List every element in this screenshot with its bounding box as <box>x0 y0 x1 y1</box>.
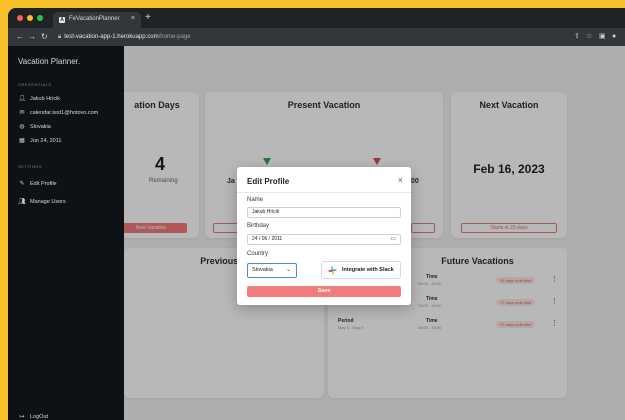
country-value: Slovakia <box>252 267 273 273</box>
user-icon: 👤︎ <box>18 96 26 102</box>
close-icon[interactable]: × <box>398 176 403 185</box>
browser-tab[interactable]: A FeVacationPlanner × <box>53 12 141 28</box>
forward-arrow-icon[interactable]: → <box>28 32 36 42</box>
app-viewport: ation Days 4 Remaining New Vacation Pres… <box>8 46 625 420</box>
chevron-down-icon: ⌄ <box>285 267 291 273</box>
credentials-heading: CREDENTIALS <box>18 82 52 87</box>
birthday-value: 24 / 06 / 2011 <box>252 236 283 242</box>
modal-divider <box>237 192 411 193</box>
maximize-window-dot[interactable] <box>37 15 43 21</box>
sidebar: Vacation Planner. CREDENTIALS 👤︎ Jakub Hr… <box>8 46 124 420</box>
slack-icon <box>328 266 337 275</box>
credential-email: ✉︎ calendar.test1@hotovo.com <box>19 110 99 116</box>
lock-icon: 🔒︎ <box>58 34 62 40</box>
edit-user-icon: ✎ <box>19 181 25 187</box>
star-icon[interactable]: ☆ <box>586 32 592 42</box>
reload-icon[interactable]: ↻ <box>41 32 48 42</box>
minimize-window-dot[interactable] <box>27 15 33 21</box>
credential-name: 👤︎ Jakub Hricik <box>18 96 60 102</box>
settings-heading: SETTINGS <box>18 164 43 169</box>
country-select[interactable]: Slovakia ⌄ <box>247 263 297 278</box>
sidebar-item-edit-profile[interactable]: ✎ Edit Profile <box>18 179 56 189</box>
url-field[interactable]: 🔒︎ test-vacation-app-1.herokuapp.com/home… <box>58 32 191 42</box>
credential-country: ◍ Slovakia <box>19 124 51 130</box>
logout-button[interactable]: ↦ LogOut <box>18 412 48 420</box>
share-icon[interactable]: ⇪ <box>574 32 580 42</box>
name-label: Name <box>247 197 264 203</box>
browser-window: A FeVacationPlanner × + ← → ↻ 🔒︎ test-vac… <box>8 8 625 420</box>
slack-button-label: Integrate with Slack <box>342 267 394 273</box>
globe-icon: ◍ <box>19 124 25 130</box>
new-tab-button[interactable]: + <box>145 13 151 23</box>
birthday-input[interactable]: 24 / 06 / 2011 ▭ <box>247 234 401 245</box>
integrate-slack-button[interactable]: Integrate with Slack <box>321 261 401 279</box>
url-host: test-vacation-app-1.herokuapp.com <box>64 34 159 40</box>
favicon-icon: A <box>59 17 65 23</box>
close-tab-icon[interactable]: × <box>131 15 135 22</box>
country-label: Country <box>247 251 269 257</box>
address-bar: ← → ↻ 🔒︎ test-vacation-app-1.herokuapp.co… <box>8 28 625 46</box>
calendar-icon[interactable]: ▭ <box>390 235 396 244</box>
calendar-icon: ▦ <box>19 138 25 144</box>
close-window-dot[interactable] <box>17 15 23 21</box>
name-input[interactable]: Jakub Hricik <box>247 207 401 218</box>
credential-birthday: ▦ Jun 24, 2011 <box>19 138 62 144</box>
url-path: /home-page <box>158 34 191 40</box>
modal-title: Edit Profile <box>247 177 290 186</box>
users-icon: 👥︎ <box>18 199 26 205</box>
app-brand: Vacation Planner. <box>18 57 81 66</box>
profile-icon[interactable]: ● <box>612 32 616 42</box>
save-button[interactable]: Save <box>247 286 401 297</box>
sidebar-item-manage-users[interactable]: 👥︎ Manage Users <box>18 197 66 207</box>
birthday-label: Birthday <box>247 223 270 229</box>
back-arrow-icon[interactable]: ← <box>16 32 24 42</box>
browser-tab-bar: A FeVacationPlanner × + <box>8 8 625 28</box>
sidebar-toggle-icon[interactable]: ▣ <box>599 32 606 42</box>
edit-profile-modal: Edit Profile × Name Jakub Hricik Birthda… <box>237 167 411 305</box>
tab-title: FeVacationPlanner <box>69 16 120 22</box>
mail-icon: ✉︎ <box>19 110 25 116</box>
logout-icon: ↦ <box>19 414 25 420</box>
